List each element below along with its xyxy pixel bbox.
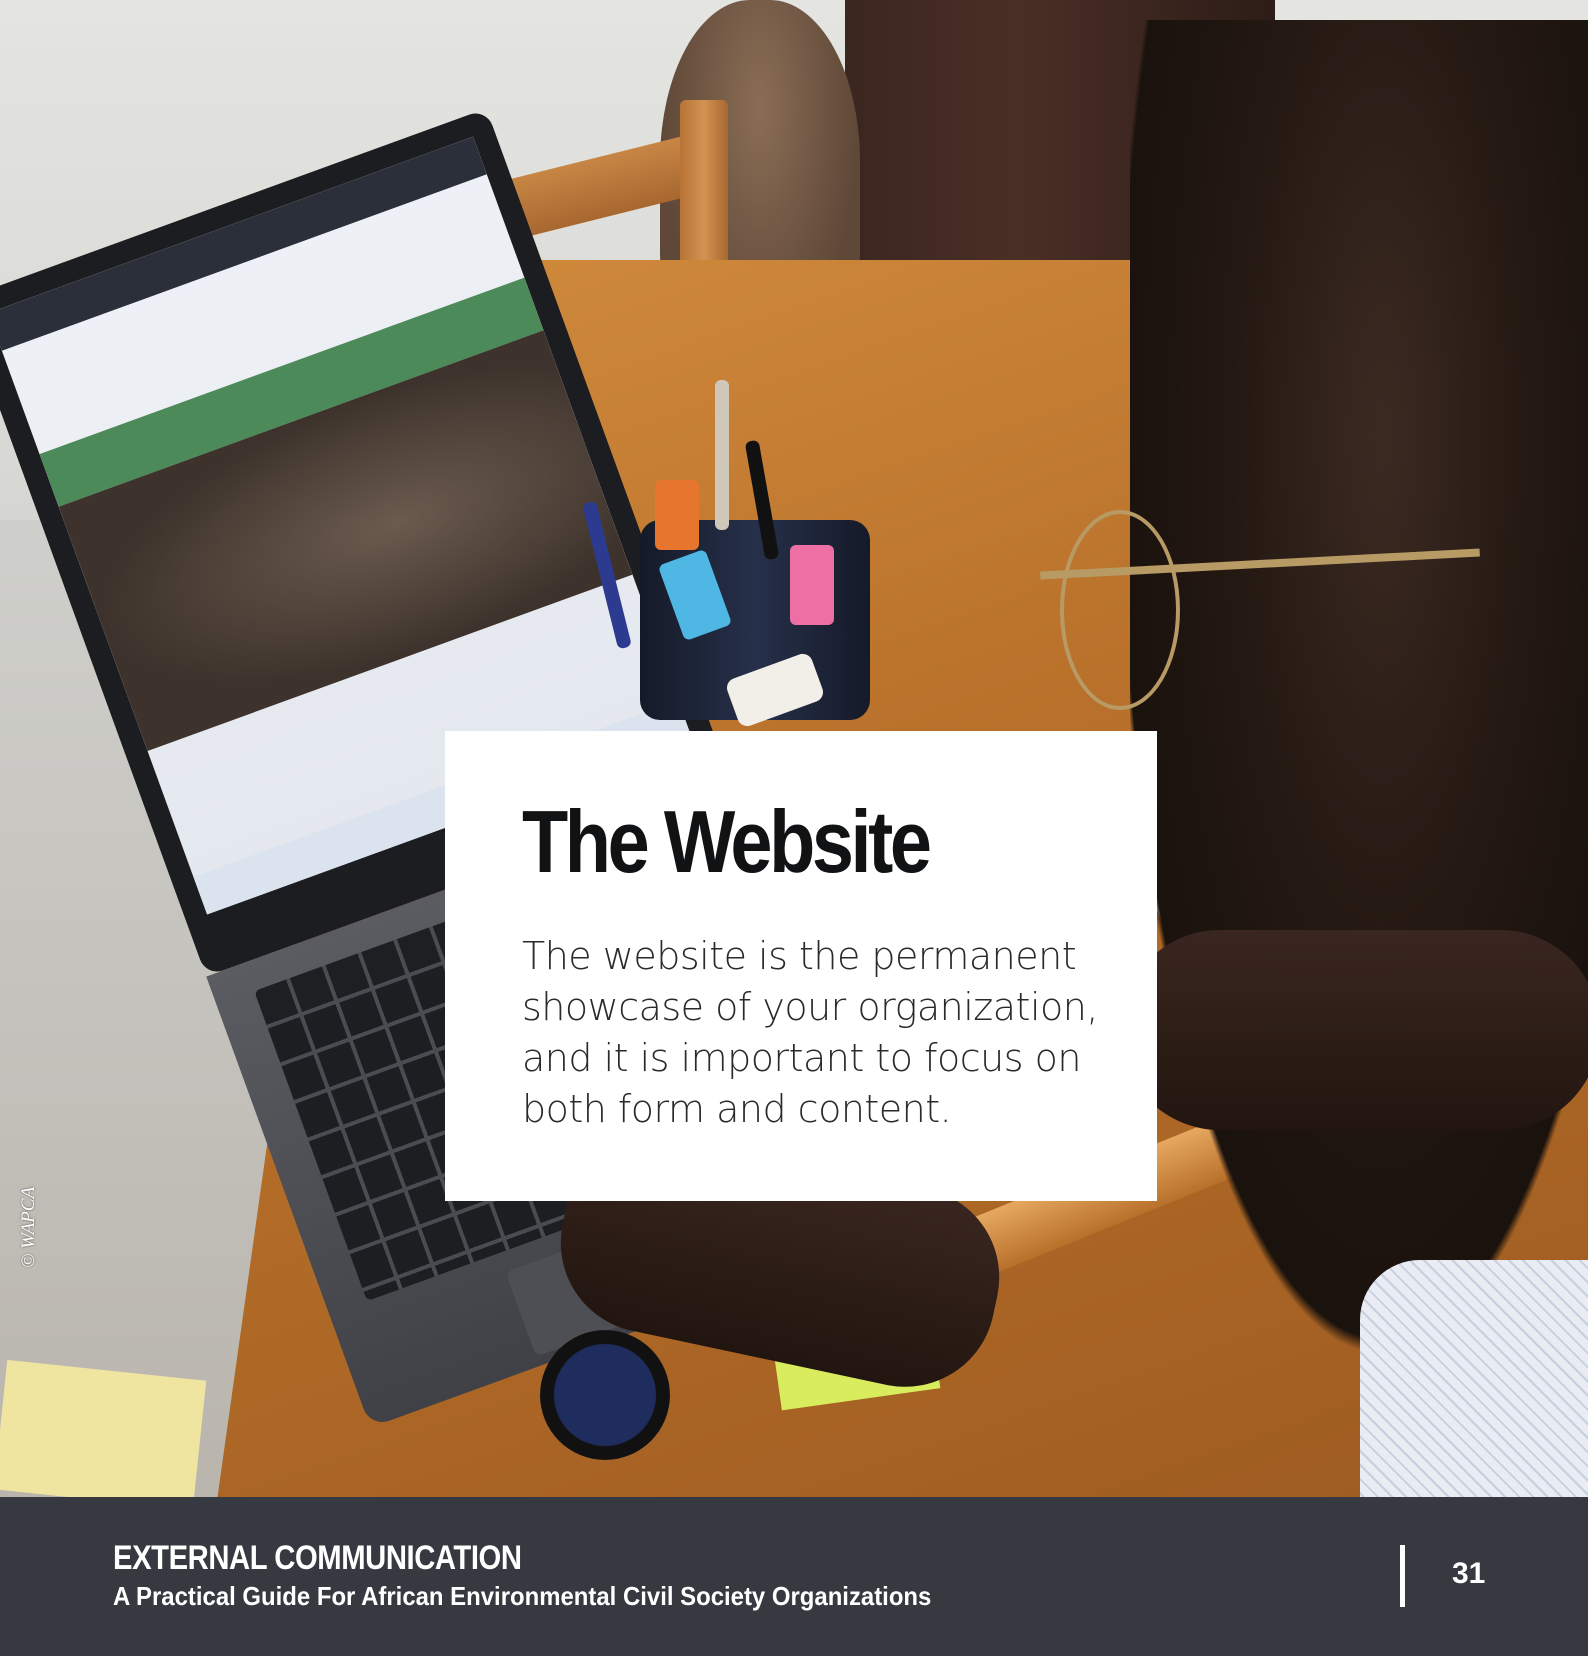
text-card: The Website The website is the permanent… xyxy=(445,731,1157,1201)
footer-divider xyxy=(1400,1545,1405,1607)
photo-credit: © WAPCA xyxy=(18,1186,39,1268)
marker-orange xyxy=(655,480,699,550)
glasses-lens xyxy=(1060,510,1180,710)
footer-subtitle: A Practical Guide For African Environmen… xyxy=(113,1581,932,1611)
footer-title: EXTERNAL COMMUNICATION xyxy=(113,1539,522,1577)
notepad xyxy=(0,1359,207,1497)
marker-pink xyxy=(790,545,834,625)
person-arm xyxy=(1120,930,1588,1130)
page-number: 31 xyxy=(1452,1557,1486,1590)
pencil xyxy=(715,380,729,530)
checked-shirt xyxy=(1360,1260,1588,1497)
wristwatch xyxy=(540,1330,670,1460)
intro-paragraph: The website is the permanent showcase of… xyxy=(522,934,1098,1131)
page-title: The Website xyxy=(522,792,932,891)
page-footer: EXTERNAL COMMUNICATION A Practical Guide… xyxy=(0,1497,1588,1656)
